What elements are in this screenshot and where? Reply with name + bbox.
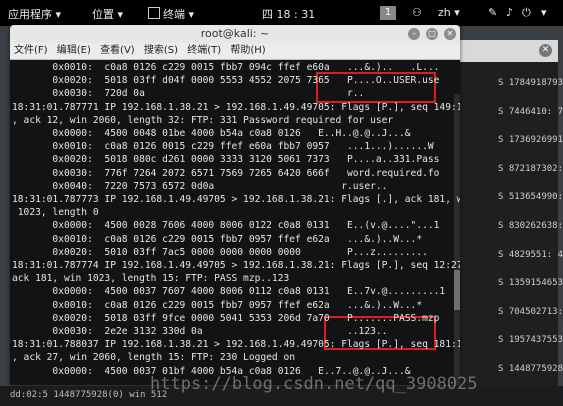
terminal-line: 0x0030: 720d 0a r.. [12,88,365,100]
terminal-line: 0x0000: 4500 0048 01be 4000 b54a c0a8 01… [12,128,411,139]
terminal-line: 0x0010: c0a8 0126 0015 c229 ffef e60a fb… [12,141,434,153]
input-method[interactable]: zh ▾ [438,6,460,19]
terminal-line: , ack 27, win 2060, length 15: FTP: 230 … [12,352,296,364]
terminal-line: 0x0030: 776f 7264 2072 6571 7569 7265 64… [12,167,440,179]
menu-terminal[interactable]: 终端(T) [187,45,221,56]
terminal-line: 0x0010: c0a8 0126 c229 0015 fbb7 0957 ff… [12,299,423,311]
menu-view[interactable]: 查看(V) [100,45,135,56]
background-line: S 1784918793: 17 [498,78,563,88]
volume-icon[interactable]: ♪ [506,6,513,19]
scrollbar-thumb[interactable] [454,270,460,310]
background-line: S 1359154653: [498,278,563,289]
background-line: S 830262638: 83 [498,221,563,231]
close-icon[interactable]: ✕ [444,28,456,40]
menu-file[interactable]: 文件(F) [14,45,48,56]
clock[interactable]: 四 18 : 31 [262,6,315,22]
terminal-line: 0x0000: 4500 0037 7607 4000 8006 0112 c0… [12,286,446,298]
background-line: S 704502713: 7 [498,306,563,317]
terminal-line: 0x0010: c0a8 0126 c229 0015 fbb7 0957 ff… [12,233,423,245]
bottom-text: dd:02:5 1448775928(0) win 512 [10,390,168,400]
background-line: S 4829551: 482 [498,249,563,260]
terminal-line: 0x0000: 4500 0028 7606 4000 8006 0122 c0… [12,220,440,232]
chevron-down-icon[interactable]: ▾ [541,6,547,19]
background-line: S 1736926991: [498,135,563,146]
power-icon[interactable]: ⏻ [522,6,531,20]
menu-bar: 文件(F) 编辑(E) 查看(V) 搜索(S) 终端(T) 帮助(H) [10,43,460,60]
terminal-line: 0x0010: c0a8 0126 c229 0015 fbb7 094c ff… [12,62,440,73]
terminal-line: 1023, length 0 [12,207,99,219]
terminal-line: 18:31:01.787771 IP 192.168.1.38.21 > 192… [12,101,460,113]
background-line: S 7446410: 744 [498,106,563,117]
terminal-line: 18:31:01.787773 IP 192.168.1.49.49705 > … [12,194,460,205]
terminal-app-label: 终端 ▾ [163,8,195,21]
terminal-line: 0x0020: 5010 03ff 7ac5 0000 0000 0000 00… [12,246,428,258]
background-terminal-window[interactable]: ✕ [455,40,558,400]
terminal-line: 0x0020: 5018 03ff d04f 0000 5553 4552 20… [12,75,440,87]
terminal-window[interactable]: root@kali: ~ – □ ✕ 文件(F) 编辑(E) 查看(V) 搜索(… [10,25,460,385]
people-icon[interactable]: ⚇ [412,6,422,19]
top-panel: 应用程序 ▾ 位置 ▾ 终端 ▾ 四 18 : 31 1 ⚇ zh ▾ ✎ ♪ … [0,0,563,26]
terminal-output[interactable]: 0x0010: c0a8 0126 c229 0015 fbb7 094c ff… [10,60,460,385]
terminal-line: 0x0020: 5018 080c d261 0000 3333 3120 50… [12,154,440,166]
terminal-line: 0x0030: 2e2e 3132 330d 0a ..123.. [12,326,388,337]
background-line: S 513654990: 5 [498,192,563,203]
terminal-line: 18:31:01.788037 IP 192.168.1.38.21 > 192… [12,339,460,351]
terminal-line: ack 181, win 1023, length 15: FTP: PASS … [12,273,290,285]
minimize-icon[interactable]: – [408,28,420,40]
menu-help[interactable]: 帮助(H) [230,45,265,56]
terminal-line: , ack 12, win 2060, length 32: FTP: 331 … [12,114,394,126]
menu-search[interactable]: 搜索(S) [144,45,178,56]
pen-icon[interactable]: ✎ [488,6,497,19]
background-line: S 1448775928: [498,364,563,374]
watermark: https://blog.csdn.net/qq_3908025 [150,374,478,394]
terminal-line: 0x0040: 7220 7573 6572 0d0a r.user.. [12,180,388,192]
window-title: root@kali: ~ [200,27,270,40]
background-line: S 872187302: 872 [498,163,563,174]
terminal-line: 18:31:01.787774 IP 192.168.1.49.49705 > … [12,260,460,271]
terminal-icon [148,7,160,19]
menu-edit[interactable]: 编辑(E) [57,45,91,56]
maximize-icon[interactable]: □ [426,28,438,40]
background-titlebar: ✕ [455,40,558,62]
close-icon[interactable]: ✕ [539,44,552,57]
terminal-app-menu[interactable]: 终端 ▾ [148,6,194,22]
places-menu[interactable]: 位置 ▾ [92,6,123,22]
workspace-indicator[interactable]: 1 [380,6,396,20]
applications-menu[interactable]: 应用程序 ▾ [8,6,61,22]
terminal-line: 0x0020: 5018 03ff 9fce 0000 5041 5353 20… [12,312,440,324]
background-line: S 1957437553: [498,335,563,346]
window-titlebar: root@kali: ~ – □ ✕ [10,25,460,43]
